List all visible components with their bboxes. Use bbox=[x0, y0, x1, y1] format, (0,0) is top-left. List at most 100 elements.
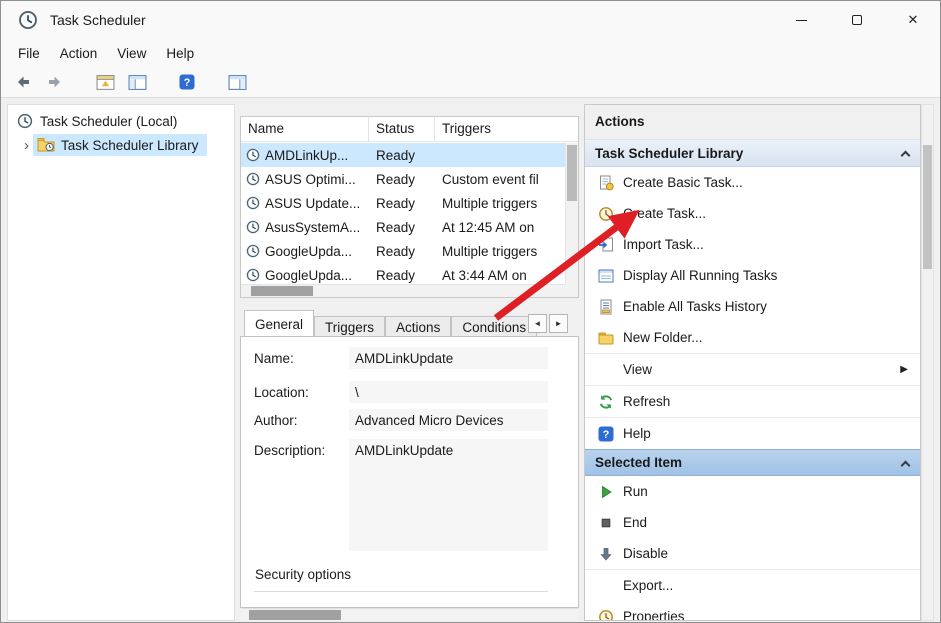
task-clock-icon bbox=[246, 220, 260, 234]
forward-arrow-icon bbox=[47, 74, 63, 90]
import-task-icon bbox=[598, 237, 614, 253]
column-header-status[interactable]: Status bbox=[369, 117, 435, 141]
action-refresh[interactable]: Refresh bbox=[585, 386, 920, 417]
show-console-window-button[interactable] bbox=[94, 71, 116, 93]
menu-help[interactable]: Help bbox=[156, 43, 204, 64]
field-label-author: Author: bbox=[254, 413, 298, 428]
back-button[interactable] bbox=[12, 71, 34, 93]
tree-root-label: Task Scheduler (Local) bbox=[40, 113, 178, 129]
submenu-arrow-icon: ▶ bbox=[900, 364, 908, 375]
maximize-icon bbox=[852, 15, 862, 25]
task-scheduler-window: Task Scheduler ✕ File Action View Help T… bbox=[0, 0, 941, 623]
scrollbar-corner bbox=[565, 284, 578, 297]
task-row[interactable]: AMDLinkUp... Ready bbox=[241, 143, 565, 167]
library-folder-icon bbox=[37, 137, 55, 153]
section-header-task-scheduler-library[interactable]: Task Scheduler Library bbox=[585, 140, 920, 167]
action-import-task[interactable]: Import Task... bbox=[585, 229, 920, 260]
expander-chevron-icon[interactable]: › bbox=[20, 138, 33, 153]
task-list-vertical-scrollbar[interactable] bbox=[565, 143, 578, 284]
tab-actions[interactable]: Actions bbox=[385, 316, 452, 337]
collapse-section-button[interactable] bbox=[896, 144, 914, 162]
forward-button[interactable] bbox=[44, 71, 66, 93]
action-run[interactable]: Run bbox=[585, 476, 920, 507]
back-arrow-icon bbox=[15, 74, 31, 90]
close-icon: ✕ bbox=[907, 12, 919, 27]
tab-triggers[interactable]: Triggers bbox=[314, 316, 386, 337]
menu-view[interactable]: View bbox=[107, 43, 156, 64]
show-action-pane-button[interactable] bbox=[226, 71, 248, 93]
task-row[interactable]: GoogleUpda... Ready Multiple triggers bbox=[241, 239, 565, 263]
actions-pane-vertical-scrollbar[interactable] bbox=[921, 104, 934, 621]
scrollbar-thumb[interactable] bbox=[923, 145, 932, 269]
task-row[interactable]: GoogleUpda... Ready At 3:44 AM on bbox=[241, 263, 565, 284]
properties-icon bbox=[598, 609, 614, 622]
action-view[interactable]: View ▶ bbox=[585, 354, 920, 385]
general-tab-page: Name: AMDLinkUpdate Location: \ Author: … bbox=[240, 336, 579, 608]
tree-library-label: Task Scheduler Library bbox=[61, 137, 199, 153]
close-button[interactable]: ✕ bbox=[885, 0, 941, 40]
field-value-author: Advanced Micro Devices bbox=[349, 409, 548, 431]
action-help[interactable]: Help bbox=[585, 418, 920, 449]
minimize-icon bbox=[795, 19, 807, 21]
task-clock-icon bbox=[246, 172, 260, 186]
minimize-button[interactable] bbox=[773, 0, 829, 40]
field-label-description: Description: bbox=[254, 443, 326, 458]
task-list-header: Name Status Triggers bbox=[241, 117, 578, 142]
running-tasks-icon bbox=[598, 268, 614, 284]
tab-scroll-right-button[interactable]: ► bbox=[549, 314, 568, 333]
menu-bar: File Action View Help bbox=[0, 40, 941, 67]
maximize-button[interactable] bbox=[829, 0, 885, 40]
tab-general[interactable]: General bbox=[244, 310, 315, 337]
menu-action[interactable]: Action bbox=[50, 43, 108, 64]
scrollbar-thumb[interactable] bbox=[249, 610, 341, 620]
scrollbar-thumb[interactable] bbox=[567, 145, 577, 201]
help-toolbar-button[interactable] bbox=[176, 71, 198, 93]
action-end[interactable]: End bbox=[585, 507, 920, 538]
action-disable[interactable]: Disable bbox=[585, 538, 920, 569]
details-tabstrip: General Triggers Actions Conditions ◄ ► bbox=[244, 310, 579, 337]
action-export[interactable]: Export... bbox=[585, 570, 920, 601]
refresh-icon bbox=[598, 394, 614, 410]
action-create-task[interactable]: Create Task... bbox=[585, 198, 920, 229]
console-tree-pane: Task Scheduler (Local) › Task Scheduler … bbox=[7, 104, 235, 621]
action-properties[interactable]: Properties bbox=[585, 601, 920, 622]
security-options-label: Security options bbox=[255, 567, 352, 582]
chevron-up-icon bbox=[900, 150, 910, 160]
action-display-all-running-tasks[interactable]: Display All Running Tasks bbox=[585, 260, 920, 291]
task-row[interactable]: ASUS Optimi... Ready Custom event fil bbox=[241, 167, 565, 191]
tab-conditions[interactable]: Conditions bbox=[451, 316, 538, 337]
show-console-tree-button[interactable] bbox=[126, 71, 148, 93]
field-value-name: AMDLinkUpdate bbox=[349, 347, 548, 369]
task-list: Name Status Triggers AMDLinkUp... Ready … bbox=[240, 116, 579, 298]
column-header-name[interactable]: Name bbox=[241, 117, 369, 141]
console-tree-panel-icon bbox=[128, 74, 147, 91]
toolbar bbox=[0, 67, 941, 98]
window-title: Task Scheduler bbox=[50, 12, 146, 28]
task-row[interactable]: ASUS Update... Ready Multiple triggers bbox=[241, 191, 565, 215]
tree-item-task-scheduler-local[interactable]: Task Scheduler (Local) bbox=[8, 109, 234, 133]
action-enable-all-tasks-history[interactable]: Enable All Tasks History bbox=[585, 291, 920, 322]
tasks-history-icon bbox=[598, 299, 614, 315]
actions-pane: Actions Task Scheduler Library Create Ba… bbox=[584, 104, 921, 621]
details-horizontal-scrollbar[interactable] bbox=[241, 608, 578, 621]
menu-file[interactable]: File bbox=[8, 43, 50, 64]
field-value-description: AMDLinkUpdate bbox=[349, 439, 548, 551]
task-row[interactable]: AsusSystemA... Ready At 12:45 AM on bbox=[241, 215, 565, 239]
main-content: Task Scheduler (Local) › Task Scheduler … bbox=[0, 98, 941, 623]
action-new-folder[interactable]: New Folder... bbox=[585, 322, 920, 353]
new-folder-icon bbox=[598, 330, 614, 346]
collapse-section-button[interactable] bbox=[896, 454, 914, 472]
column-header-triggers[interactable]: Triggers bbox=[435, 117, 578, 141]
field-label-name: Name: bbox=[254, 351, 294, 366]
scrollbar-thumb[interactable] bbox=[251, 286, 313, 296]
tab-scroll-left-button[interactable]: ◄ bbox=[528, 314, 547, 333]
create-task-icon bbox=[598, 206, 614, 222]
disable-icon bbox=[598, 546, 614, 562]
title-bar[interactable]: Task Scheduler ✕ bbox=[0, 0, 941, 40]
tree-item-task-scheduler-library[interactable]: › Task Scheduler Library bbox=[20, 134, 234, 156]
section-header-selected-item[interactable]: Selected Item bbox=[585, 449, 920, 476]
task-list-horizontal-scrollbar[interactable] bbox=[241, 284, 565, 297]
task-clock-icon bbox=[246, 148, 260, 162]
action-create-basic-task[interactable]: Create Basic Task... bbox=[585, 167, 920, 198]
field-value-location: \ bbox=[349, 381, 548, 403]
